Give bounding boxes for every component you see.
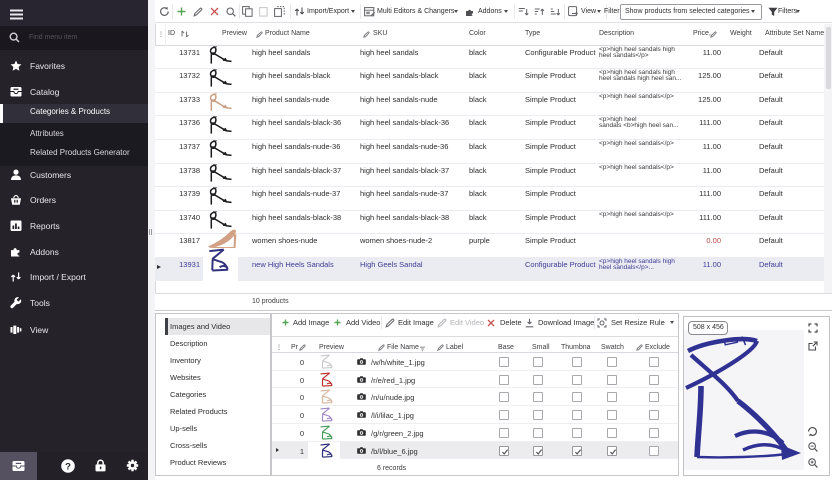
svg-text:?: ?	[65, 461, 71, 472]
